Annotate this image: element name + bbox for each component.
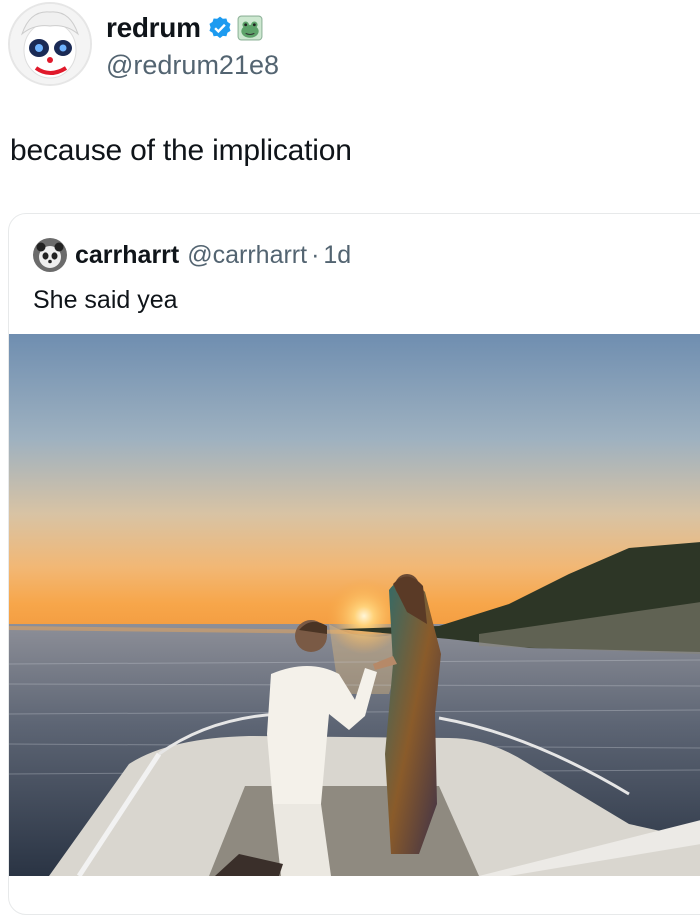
quoted-tweet-header: carrharrt @carrharrt · 1d [33,238,351,272]
display-name[interactable]: redrum [106,12,201,44]
quoted-tweet-card[interactable]: carrharrt @carrharrt · 1d She said yea [8,213,700,915]
proposal-photo[interactable] [9,334,700,876]
tweet-header: redrum @redrum21e8 [8,2,279,86]
avatar[interactable] [8,2,92,86]
handle[interactable]: @redrum21e8 [106,50,279,81]
verified-badge-icon [209,16,231,38]
panda-avatar-icon [33,238,67,272]
quoted-timestamp[interactable]: 1d [323,241,351,270]
separator-dot: · [311,240,320,269]
clown-avatar-icon [10,4,90,84]
quoted-tweet-text: She said yea [33,286,178,314]
frog-emoji-icon [237,15,263,40]
quoted-display-name[interactable]: carrharrt [75,241,179,270]
quoted-handle[interactable]: @carrharrt [187,241,307,270]
tweet-text: because of the implication [10,134,352,167]
quoted-avatar[interactable] [33,238,67,272]
